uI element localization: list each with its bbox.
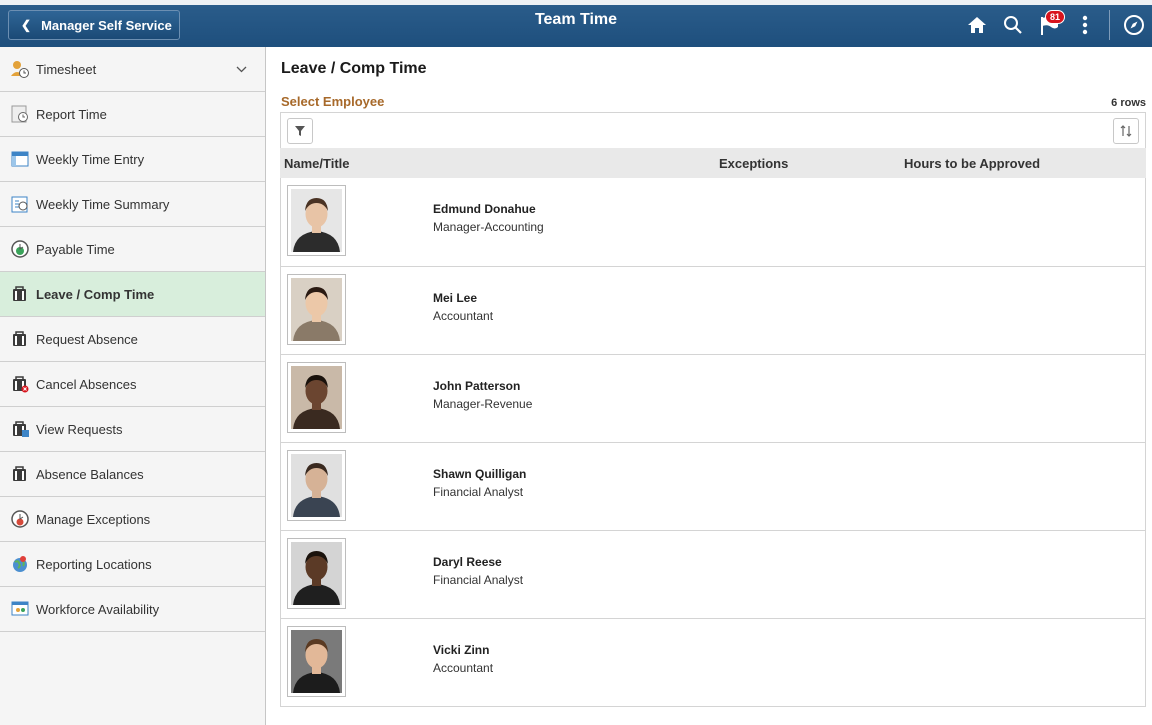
employee-photo xyxy=(287,185,346,256)
employee-title: Manager-Revenue xyxy=(433,397,533,411)
sort-icon xyxy=(1120,125,1132,137)
sidebar-item-weekly-time-summary[interactable]: Weekly Time Summary xyxy=(0,182,265,227)
employee-name: Vicki Zinn xyxy=(433,643,490,657)
employee-row[interactable]: John Patterson Manager-Revenue xyxy=(281,354,1145,442)
weekly-time-summary-icon xyxy=(10,194,30,214)
employee-row[interactable]: Daryl Reese Financial Analyst xyxy=(281,530,1145,618)
notifications-flag-icon[interactable]: 81 xyxy=(1031,7,1067,43)
employee-name: Shawn Quilligan xyxy=(433,467,527,481)
timesheet-icon xyxy=(10,59,30,79)
home-icon[interactable] xyxy=(959,7,995,43)
sidebar-item-label: Payable Time xyxy=(36,241,115,257)
back-button[interactable]: ❮ Manager Self Service xyxy=(8,10,180,40)
sidebar-item-manage-exceptions[interactable]: Manage Exceptions xyxy=(0,497,265,542)
employee-title: Accountant xyxy=(433,309,494,323)
section-title: Select Employee xyxy=(281,94,385,109)
employee-name: Mei Lee xyxy=(433,291,478,305)
employee-row[interactable]: Shawn Quilligan Financial Analyst xyxy=(281,442,1145,530)
employee-photo xyxy=(287,626,346,697)
sidebar-item-label: Request Absence xyxy=(36,331,138,347)
sidebar-item-label: Absence Balances xyxy=(36,466,144,482)
sidebar-item-reporting-locations[interactable]: Reporting Locations xyxy=(0,542,265,587)
page-title: Leave / Comp Time xyxy=(281,60,427,77)
employee-row[interactable]: Mei Lee Accountant xyxy=(281,266,1145,354)
report-time-icon xyxy=(10,104,30,124)
leave-icon xyxy=(10,284,30,304)
weekly-time-entry-icon xyxy=(10,149,30,169)
chevron-down-icon[interactable] xyxy=(236,61,247,76)
employee-photo xyxy=(287,274,346,345)
filter-button[interactable] xyxy=(287,118,313,144)
sidebar-item-absence-balances[interactable]: Absence Balances xyxy=(0,452,265,497)
employee-grid: Edmund Donahue Manager-Accounting Mei Lee A… xyxy=(280,178,1146,707)
notification-count-badge: 81 xyxy=(1045,10,1066,24)
sidebar-item-report-time[interactable]: Report Time xyxy=(0,92,265,137)
filter-icon xyxy=(295,126,305,136)
absence-balances-icon xyxy=(10,464,30,484)
employee-photo xyxy=(287,450,346,521)
sidebar-item-leave[interactable]: Leave / Comp Time xyxy=(0,272,265,317)
sidebar-item-cancel-absences[interactable]: Cancel Absences xyxy=(0,362,265,407)
sidebar-item-label: View Requests xyxy=(36,421,123,437)
employee-name: Daryl Reese xyxy=(433,555,502,569)
grid-toolbar xyxy=(280,112,1146,148)
sidebar-item-workforce-availability[interactable]: Workforce Availability xyxy=(0,587,265,632)
employee-name: John Patterson xyxy=(433,379,521,393)
employee-row[interactable]: Vicki Zinn Accountant xyxy=(281,618,1145,706)
sort-button[interactable] xyxy=(1113,118,1139,144)
employee-title: Financial Analyst xyxy=(433,485,524,499)
employee-row[interactable]: Edmund Donahue Manager-Accounting xyxy=(281,178,1145,266)
sidebar-item-view-requests[interactable]: View Requests xyxy=(0,407,265,452)
employee-title: Accountant xyxy=(433,661,494,675)
reporting-locations-icon xyxy=(10,554,30,574)
payable-time-icon xyxy=(10,239,30,259)
request-absence-icon xyxy=(10,329,30,349)
column-header-exceptions[interactable]: Exceptions xyxy=(719,156,788,171)
side-navigation: Timesheet Report Time Weekly Time Entry Wee… xyxy=(0,47,266,725)
sidebar-item-label: Weekly Time Entry xyxy=(36,151,145,167)
workforce-availability-icon xyxy=(10,599,30,619)
employee-title: Manager-Accounting xyxy=(433,220,544,234)
back-button-label: Manager Self Service xyxy=(41,17,172,33)
employee-photo xyxy=(287,538,346,609)
chevron-left-icon: ❮ xyxy=(21,18,32,32)
sidebar-item-label: Reporting Locations xyxy=(36,556,152,572)
manage-exceptions-icon xyxy=(10,509,30,529)
sidebar-item-label: Weekly Time Summary xyxy=(36,196,170,212)
search-icon[interactable] xyxy=(995,7,1031,43)
sidebar-item-label: Cancel Absences xyxy=(36,376,137,392)
actions-menu-icon[interactable] xyxy=(1067,7,1103,43)
row-count: 6 rows xyxy=(1111,97,1146,109)
column-header-name[interactable]: Name/Title xyxy=(284,156,350,171)
view-requests-icon xyxy=(10,419,30,439)
sidebar-item-timesheet[interactable]: Timesheet xyxy=(0,47,265,92)
employee-photo xyxy=(287,362,346,433)
sidebar-item-label: Report Time xyxy=(36,106,107,122)
navbar-compass-icon[interactable] xyxy=(1116,7,1152,43)
header-divider xyxy=(1109,10,1110,40)
header-actions: 81 xyxy=(959,7,1152,43)
top-banner: ❮ Manager Self Service Team Time 81 xyxy=(0,0,1152,47)
sidebar-item-payable-time[interactable]: Payable Time xyxy=(0,227,265,272)
main-content: Leave / Comp Time Select Employee 6 rows… xyxy=(266,47,1152,725)
employee-title: Financial Analyst xyxy=(433,573,524,587)
sidebar-item-label: Timesheet xyxy=(36,61,97,77)
cancel-absences-icon xyxy=(10,374,30,394)
employee-name: Edmund Donahue xyxy=(433,202,536,216)
sidebar-item-weekly-time-entry[interactable]: Weekly Time Entry xyxy=(0,137,265,182)
sidebar-item-label: Manage Exceptions xyxy=(36,511,151,527)
sidebar-item-label: Leave / Comp Time xyxy=(36,286,155,302)
sidebar-item-label: Workforce Availability xyxy=(36,601,160,617)
sidebar-item-request-absence[interactable]: Request Absence xyxy=(0,317,265,362)
grid-header: Name/Title Exceptions Hours to be Approv… xyxy=(280,148,1146,178)
column-header-hours[interactable]: Hours to be Approved xyxy=(904,156,1040,171)
